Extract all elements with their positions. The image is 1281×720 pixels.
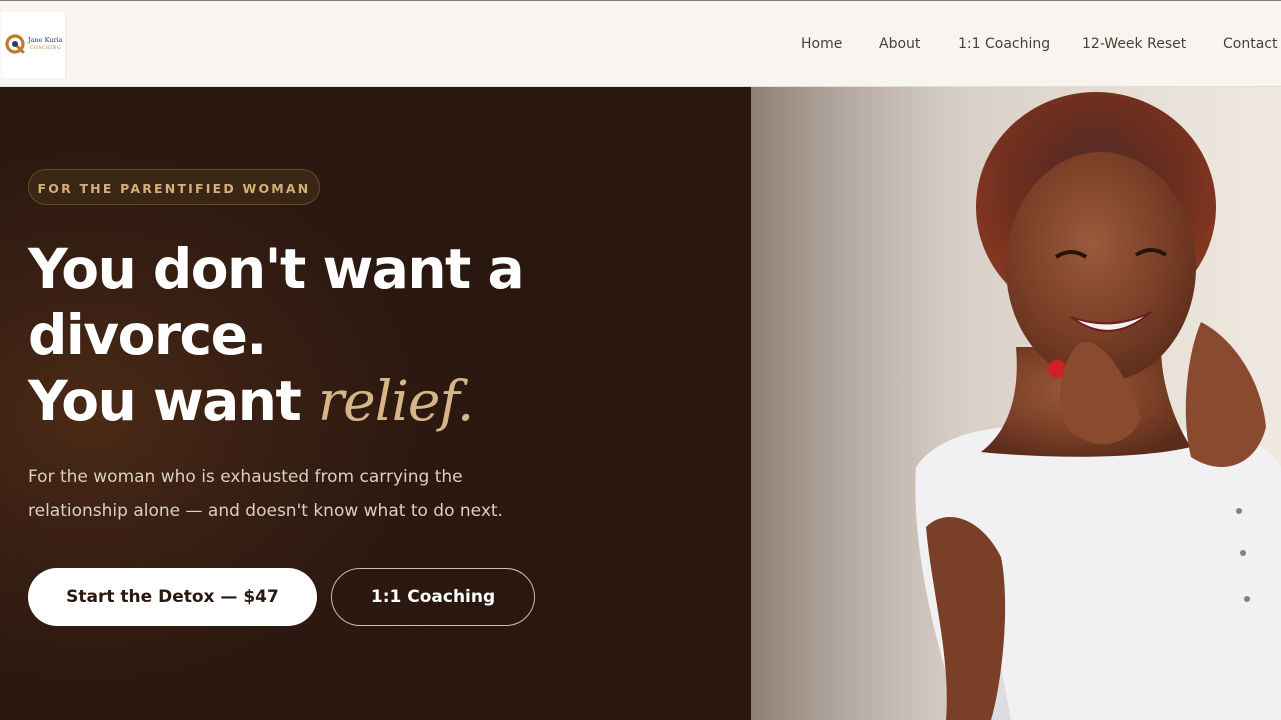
- nav-about[interactable]: About: [879, 36, 920, 52]
- logo-name: Jane Kuria: [28, 36, 63, 44]
- headline-line-1: You don't want a: [28, 237, 525, 301]
- hero-subtext: For the woman who is exhausted from carr…: [28, 467, 503, 521]
- eyebrow-text: FOR THE PARENTIFIED WOMAN: [37, 181, 311, 196]
- logo-mark-icon: [5, 34, 25, 54]
- nav-12-week-reset[interactable]: 12-Week Reset: [1082, 36, 1186, 52]
- hero-photo: [751, 87, 1281, 720]
- eyebrow-badge: FOR THE PARENTIFIED WOMAN: [28, 169, 320, 205]
- start-detox-button[interactable]: Start the Detox — $47: [28, 568, 317, 626]
- portrait-illustration: [915, 92, 1281, 720]
- nav-home[interactable]: Home: [801, 36, 842, 52]
- site-logo[interactable]: Jane Kuria COACHING: [1, 12, 66, 78]
- headline-line-2: divorce.: [28, 303, 267, 367]
- headline-accent-word: relief.: [317, 369, 474, 433]
- logo-tagline: COACHING: [30, 46, 62, 51]
- nav-contact[interactable]: Contact: [1223, 36, 1277, 52]
- site-header: Jane Kuria COACHING Home About 1:1 Coach…: [0, 1, 1281, 87]
- hero-headline: You don't want a divorce. You want relief.: [28, 236, 728, 434]
- nav-coaching[interactable]: 1:1 Coaching: [958, 36, 1050, 52]
- headline-line-3: You want: [28, 369, 318, 433]
- coaching-button[interactable]: 1:1 Coaching: [331, 568, 535, 626]
